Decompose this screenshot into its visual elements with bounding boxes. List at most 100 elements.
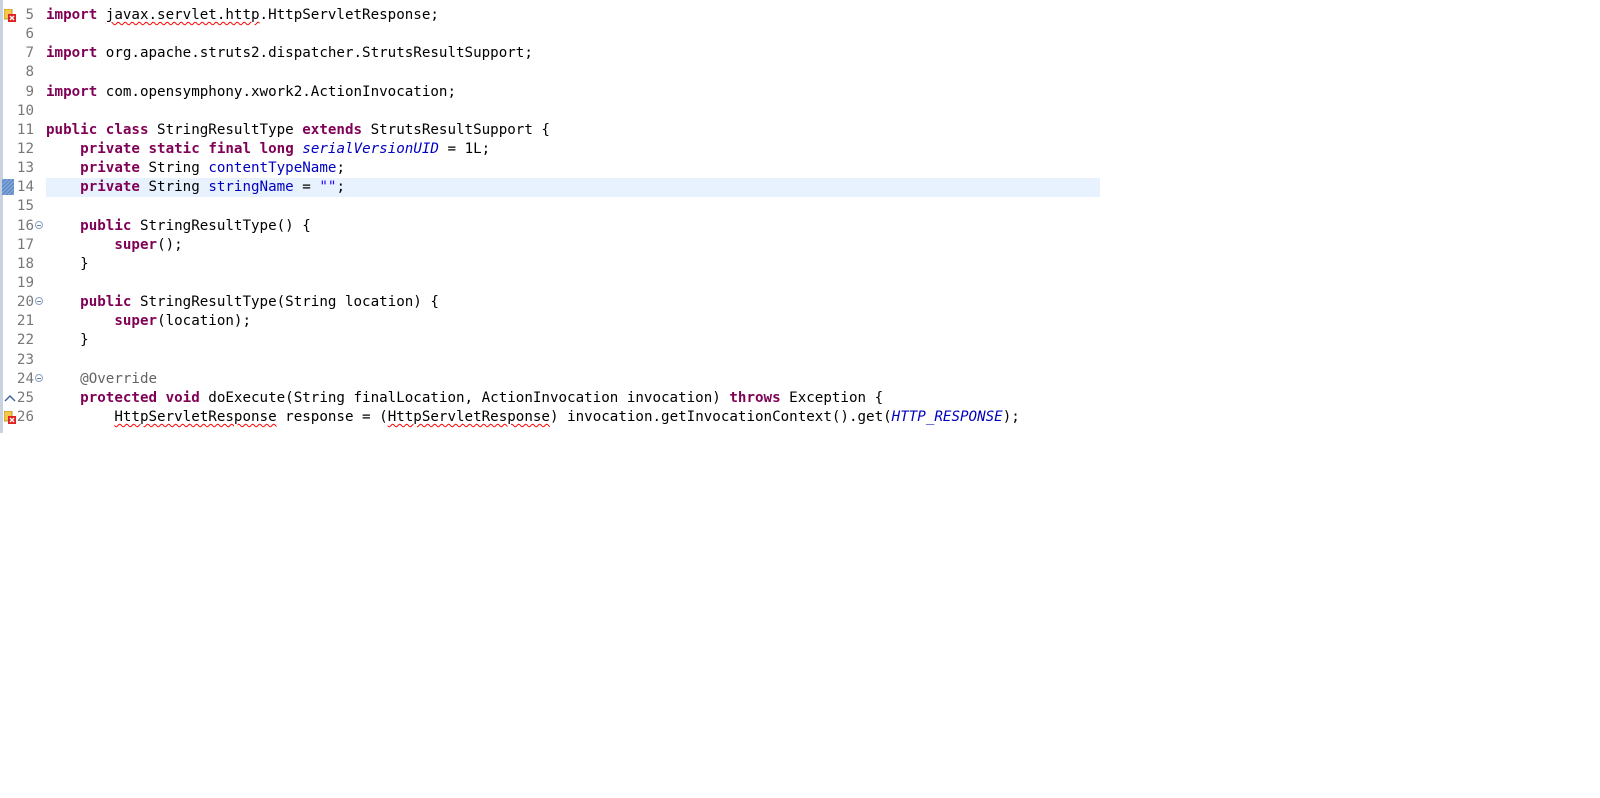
code-lines: 5 import javax.servlet.http.HttpServletRe…: [0, 6, 1100, 427]
code-text[interactable]: [46, 197, 1100, 216]
code-token: ;: [336, 179, 345, 196]
code-text[interactable]: HttpServletResponse response = (HttpServ…: [46, 408, 1100, 427]
keyword-token: import: [46, 83, 98, 100]
code-text[interactable]: [46, 351, 1100, 370]
code-line[interactable]: 21 super(location);: [0, 312, 1100, 331]
code-text[interactable]: super(location);: [46, 312, 1100, 331]
code-token: ) invocation.getInvocationContext().get(: [549, 408, 892, 425]
code-token: serialVersionUID: [302, 140, 439, 157]
code-text[interactable]: protected void doExecute(String finalLoc…: [46, 389, 1100, 408]
code-text[interactable]: [46, 102, 1100, 121]
code-text[interactable]: [46, 63, 1100, 82]
code-text[interactable]: [46, 274, 1100, 293]
code-line[interactable]: 13 private String contentTypeName;: [0, 159, 1100, 178]
keyword-token: super: [114, 313, 158, 330]
code-token: HTTP_RESPONSE: [891, 408, 1003, 425]
keyword-token: private: [80, 160, 140, 177]
code-token: = 1L;: [438, 140, 491, 157]
line-number: 18: [16, 255, 34, 272]
code-text[interactable]: public StringResultType(String location)…: [46, 293, 1100, 312]
code-token: response = (: [276, 408, 388, 425]
code-editor[interactable]: 5 import javax.servlet.http.HttpServletRe…: [0, 0, 1100, 433]
code-line[interactable]: 22 }: [0, 331, 1100, 350]
code-text[interactable]: }: [46, 255, 1100, 274]
line-number: 21: [16, 313, 34, 330]
code-token: =: [293, 179, 320, 196]
code-line[interactable]: 14 private String stringName = "";: [0, 178, 1100, 198]
line-number: 23: [16, 351, 34, 368]
code-text[interactable]: public class StringResultType extends St…: [46, 121, 1100, 140]
code-token: contentTypeName: [208, 160, 337, 177]
code-line[interactable]: 17 super();: [0, 236, 1100, 255]
keyword-token: private: [80, 179, 140, 196]
code-token: stringName: [208, 179, 294, 196]
line-number: 24: [16, 370, 34, 387]
fold-toggle-icon[interactable]: [35, 220, 43, 229]
code-text[interactable]: import com.opensymphony.xwork2.ActionInv…: [46, 83, 1100, 102]
code-line[interactable]: 6: [0, 25, 1100, 44]
line-number: 17: [16, 236, 34, 253]
code-line[interactable]: 19: [0, 274, 1100, 293]
line-number: 16: [16, 217, 34, 234]
line-number: 9: [25, 83, 34, 100]
code-line[interactable]: 11 public class StringResultType extends …: [0, 121, 1100, 140]
keyword-token: public: [46, 121, 98, 138]
line-number: 22: [16, 332, 34, 349]
keyword-token: static: [148, 140, 200, 157]
fold-toggle-icon[interactable]: [35, 297, 43, 306]
code-line[interactable]: 23: [0, 351, 1100, 370]
code-text[interactable]: import javax.servlet.http.HttpServletRes…: [46, 6, 1100, 25]
code-line[interactable]: 9 import com.opensymphony.xwork2.ActionIn…: [0, 83, 1100, 102]
keyword-token: throws: [729, 389, 781, 406]
code-text[interactable]: }: [46, 331, 1100, 350]
code-token: StringResultType: [148, 121, 303, 138]
code-token: StrutsResultSupport {: [362, 121, 550, 138]
keyword-token: final: [208, 140, 252, 157]
code-text[interactable]: import org.apache.struts2.dispatcher.Str…: [46, 44, 1100, 63]
error-token: HttpServletResponse: [114, 408, 277, 425]
code-token: (location);: [157, 313, 252, 330]
code-line[interactable]: 5 import javax.servlet.http.HttpServletRe…: [0, 6, 1100, 25]
code-token: StringResultType() {: [131, 217, 311, 234]
code-line[interactable]: 15: [0, 197, 1100, 216]
code-line[interactable]: 8: [0, 63, 1100, 82]
code-token: }: [46, 332, 89, 349]
fold-toggle-icon[interactable]: [35, 373, 43, 382]
code-line[interactable]: 25 protected void doExecute(String final…: [0, 389, 1100, 408]
keyword-token: super: [114, 236, 158, 253]
code-line[interactable]: 26 HttpServletResponse response = (HttpS…: [0, 408, 1100, 427]
error-token: javax.servlet.http: [105, 7, 260, 23]
keyword-token: public: [80, 294, 132, 311]
code-text[interactable]: private static final long serialVersionU…: [46, 140, 1100, 159]
code-text[interactable]: super();: [46, 236, 1100, 255]
line-number: 12: [16, 140, 34, 157]
code-token: String: [139, 179, 209, 196]
code-line[interactable]: 12 private static final long serialVersi…: [0, 140, 1100, 159]
line-number: 26: [16, 408, 34, 425]
code-token: "": [319, 179, 337, 196]
code-line[interactable]: 10: [0, 102, 1100, 121]
code-token: );: [1002, 408, 1020, 425]
code-text[interactable]: @Override: [46, 370, 1100, 389]
code-line[interactable]: 18 }: [0, 255, 1100, 274]
code-line[interactable]: 24 @Override: [0, 370, 1100, 389]
code-line[interactable]: 7 import org.apache.struts2.dispatcher.St…: [0, 44, 1100, 63]
code-line[interactable]: 20 public StringResultType(String locati…: [0, 293, 1100, 312]
keyword-token: private: [80, 140, 140, 157]
code-line[interactable]: 16 public StringResultType() {: [0, 217, 1100, 236]
code-text[interactable]: private String stringName = "";: [46, 178, 1100, 198]
code-token: }: [46, 255, 89, 272]
code-text[interactable]: public StringResultType() {: [46, 217, 1100, 236]
code-text[interactable]: private String contentTypeName;: [46, 159, 1100, 178]
code-token: ();: [157, 236, 183, 253]
code-text[interactable]: [46, 25, 1100, 44]
